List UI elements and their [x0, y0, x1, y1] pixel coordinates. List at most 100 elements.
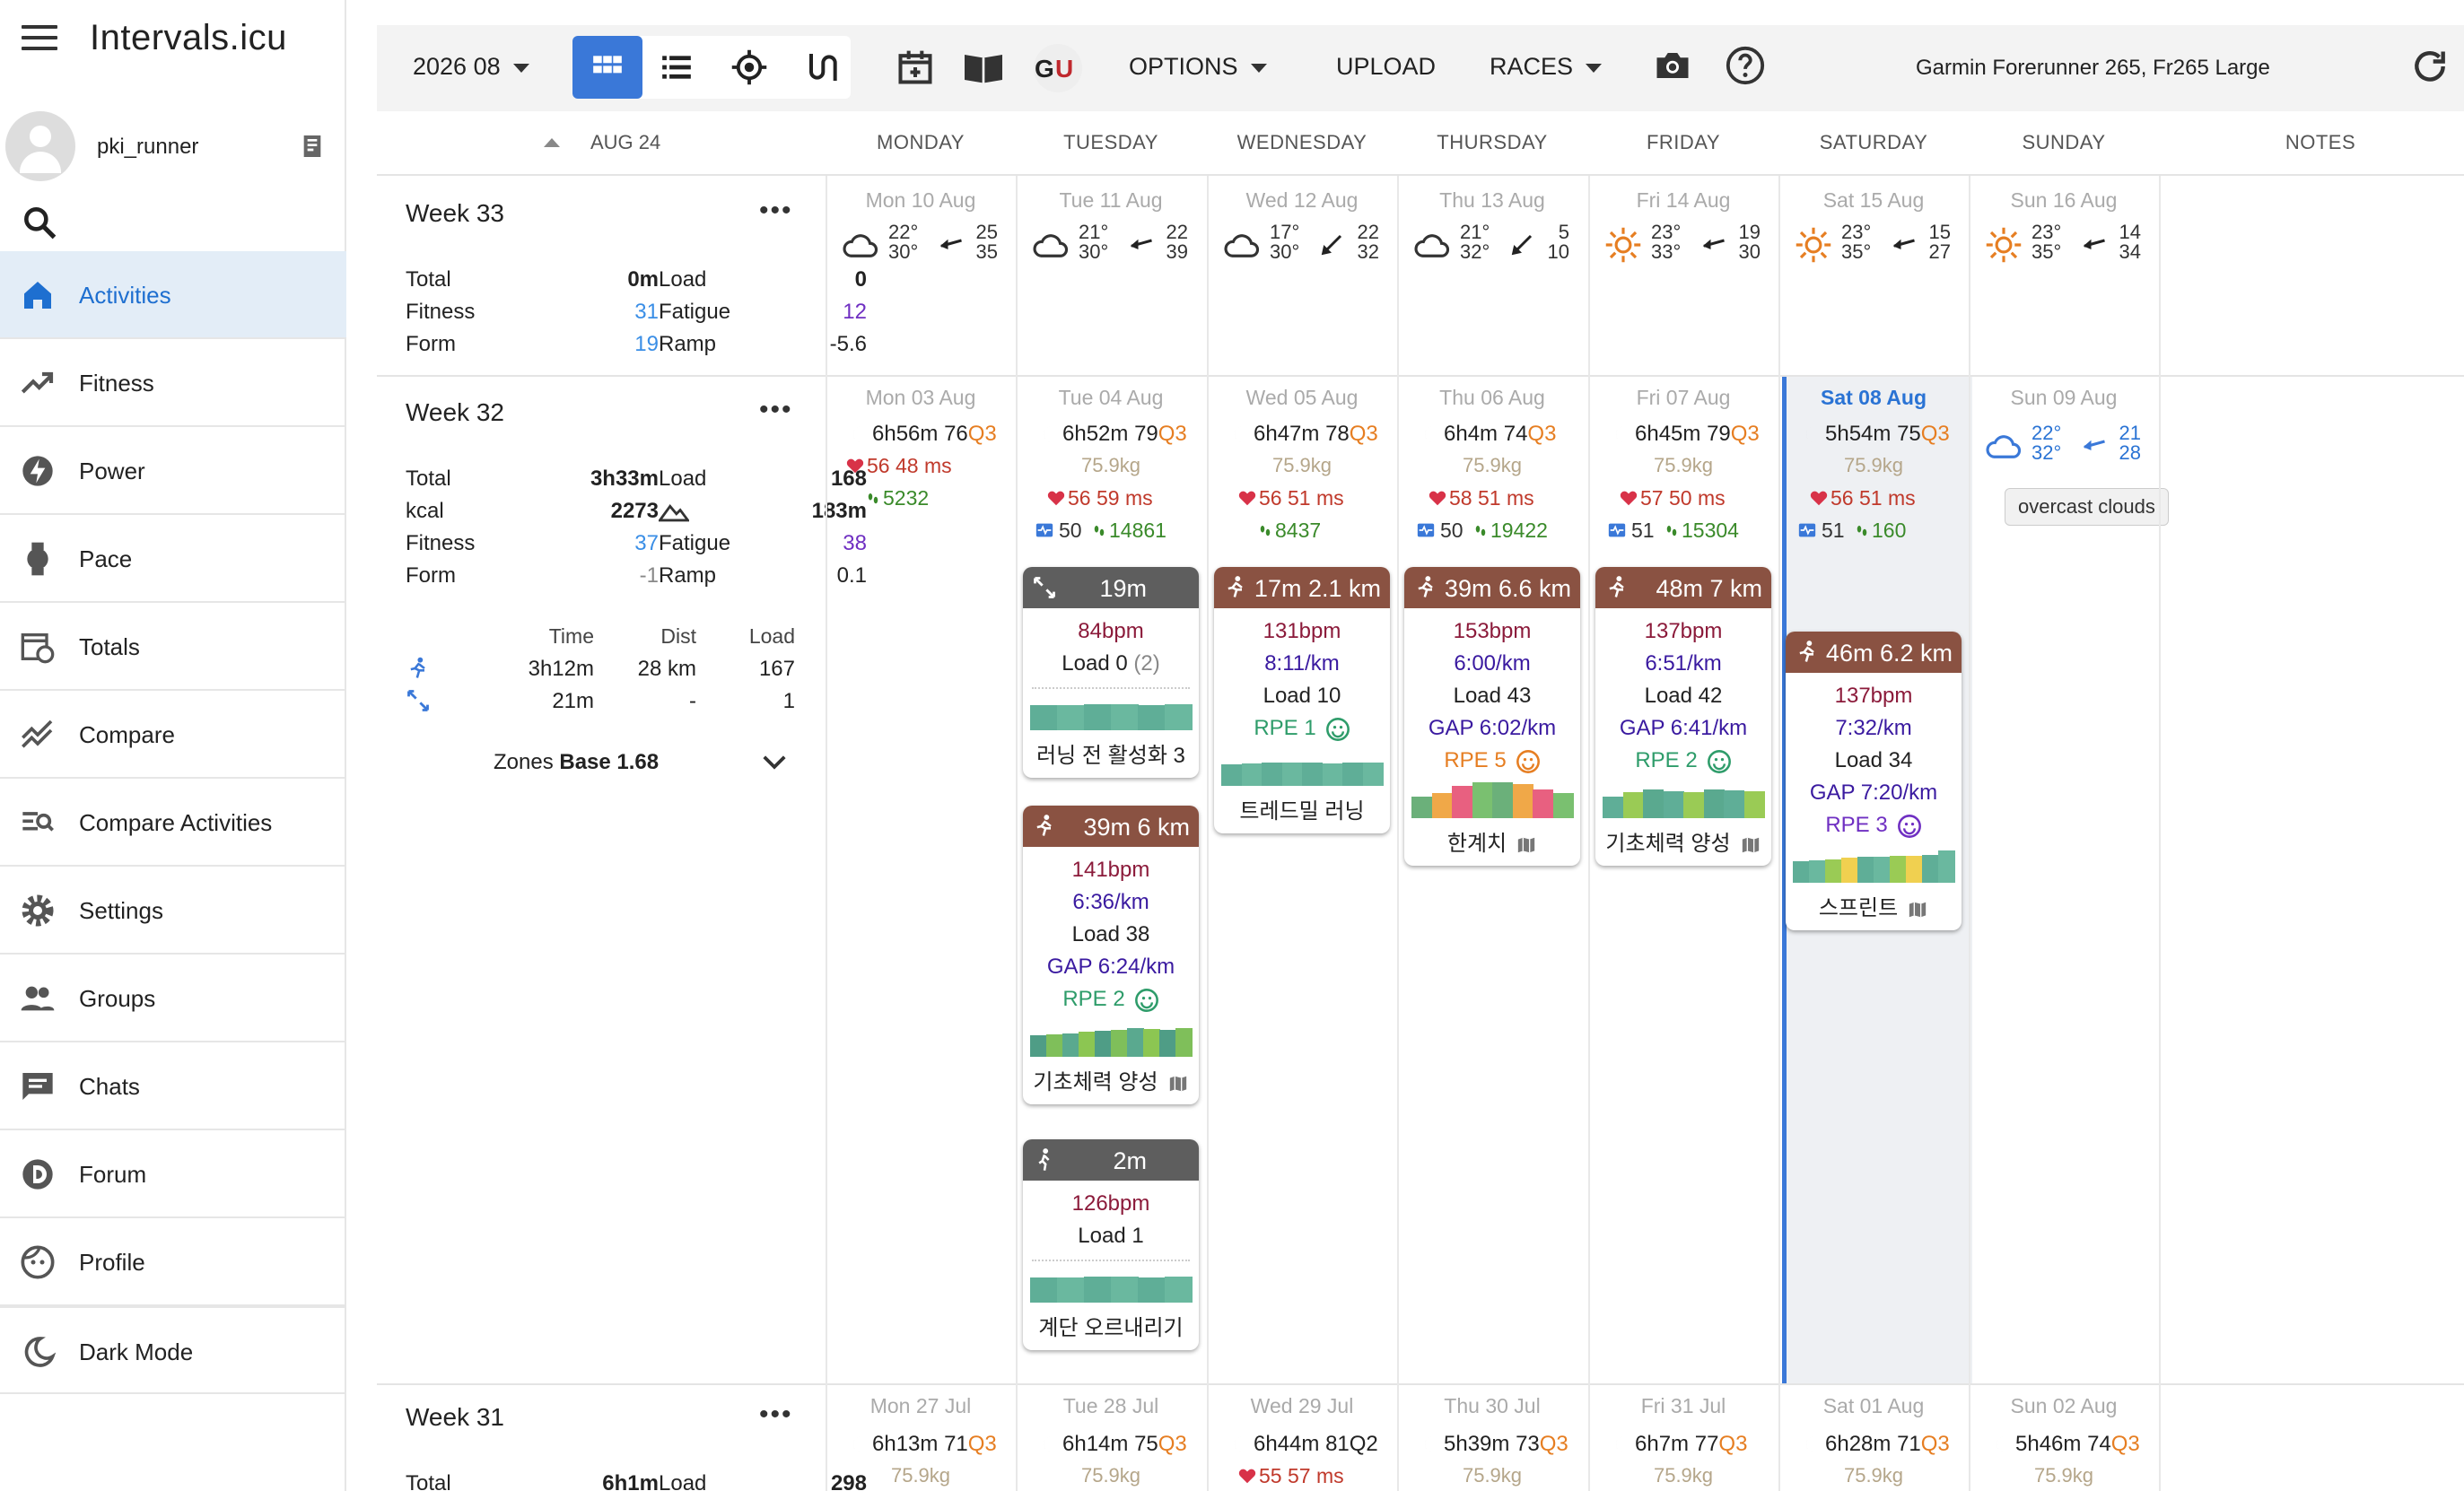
rpe[interactable]: RPE 5 [1404, 745, 1580, 777]
sidebar-item-forum[interactable]: Forum [0, 1130, 346, 1218]
sidebar-item-compare-activities[interactable]: Compare Activities [0, 779, 346, 867]
day-date[interactable]: Mon 27 Jul [826, 1394, 1016, 1418]
sleep-quality: Q3 [967, 422, 997, 446]
gu-logo-icon[interactable]: GU [1028, 43, 1088, 93]
sidebar-item-activities[interactable]: Activities [0, 251, 346, 339]
day-date[interactable]: Sat 01 Aug [1778, 1394, 1969, 1418]
activity-card[interactable]: 2m 126bpm Load 1 계단 오르내리기 [1023, 1139, 1199, 1350]
sidebar-item-totals[interactable]: Totals [0, 603, 346, 691]
sidebar-item-power[interactable]: Power [0, 427, 346, 515]
hrv-value: 48 ms [895, 454, 952, 477]
sleep-time: 6h56m [872, 422, 939, 446]
day-date[interactable]: Thu 13 Aug [1397, 188, 1587, 213]
sleep-quality: Q3 [1158, 1432, 1187, 1456]
sidebar-item-pace[interactable]: Pace [0, 515, 346, 603]
gap: GAP 6:02/km [1404, 712, 1580, 745]
week-menu-button[interactable]: ••• [759, 1399, 793, 1430]
book-icon[interactable] [962, 48, 1005, 86]
options-menu[interactable]: OPTIONS [1129, 53, 1267, 81]
avatar[interactable] [5, 111, 75, 181]
day-date[interactable]: Sun 09 Aug [1969, 386, 2159, 410]
target-icon[interactable] [730, 48, 768, 86]
activity-chart [1030, 1267, 1193, 1303]
day-date[interactable]: Mon 03 Aug [826, 386, 1016, 410]
rpe[interactable]: RPE 2 [1023, 983, 1199, 1016]
day-date[interactable]: Fri 31 Jul [1588, 1394, 1778, 1418]
day-date[interactable]: Tue 04 Aug [1016, 386, 1206, 410]
day-date[interactable]: Wed 05 Aug [1207, 386, 1397, 410]
resting-hr: 56 51 ms [1831, 486, 1916, 510]
camera-icon[interactable] [1653, 47, 1692, 84]
sidebar-item-fitness[interactable]: Fitness [0, 339, 346, 427]
activity-chart [1030, 694, 1193, 730]
sidebar-item-groups[interactable]: Groups [0, 955, 346, 1042]
form-value: -1 [639, 563, 659, 588]
day-date[interactable]: Tue 28 Jul [1016, 1394, 1206, 1418]
list-search-icon [22, 812, 54, 832]
chart-bar [1175, 1028, 1193, 1057]
day-date[interactable]: Sat 15 Aug [1778, 188, 1969, 213]
activity-card[interactable]: 46m 6.2 km 137bpm 7:32/km Load 34 GAP 7:20/k… [1786, 632, 1962, 930]
day-date[interactable]: Sat 08 Aug [1778, 386, 1969, 410]
route-icon[interactable] [802, 48, 838, 86]
activity-card[interactable]: 17m 2.1 km 131bpm 8:11/km Load 10 RPE 1 트레드밀 … [1214, 567, 1390, 833]
day-date[interactable]: Sun 16 Aug [1969, 188, 2159, 213]
day-date[interactable]: Fri 14 Aug [1588, 188, 1778, 213]
sidebar-item-compare[interactable]: Compare [0, 691, 346, 779]
notes-icon[interactable] [298, 131, 327, 161]
help-icon[interactable] [1725, 45, 1766, 86]
rpe[interactable]: RPE 1 [1214, 712, 1390, 745]
sidebar-item-profile[interactable]: Profile [0, 1218, 346, 1306]
week-menu-button[interactable]: ••• [759, 395, 793, 425]
day-date[interactable]: Fri 07 Aug [1588, 386, 1778, 410]
temperature: 17° 30° [1270, 222, 1299, 262]
sort-up-icon[interactable] [544, 138, 560, 147]
avg-hr-value: 137bpm [1834, 684, 1913, 708]
steps-icon [1857, 526, 1867, 536]
day-date[interactable]: Sun 02 Aug [1969, 1394, 2159, 1418]
sleep-quality: Q3 [1158, 422, 1187, 446]
week-menu-button[interactable]: ••• [759, 196, 793, 226]
activity-card-header: 39m 6 km [1023, 806, 1199, 847]
temp-max: 30° [888, 240, 919, 263]
sidebar-item-chats[interactable]: Chats [0, 1042, 346, 1130]
activity-summary: 17m 2.1 km [1254, 575, 1381, 603]
activity-card[interactable]: 48m 7 km 137bpm 6:51/km Load 42 GAP 6:41/km R… [1595, 567, 1771, 866]
rpe[interactable]: RPE 2 [1595, 745, 1771, 777]
activity-card[interactable]: 39m 6.6 km 153bpm 6:00/km Load 43 GAP 6:02/k… [1404, 567, 1580, 866]
wind-arrow-icon [2083, 440, 2105, 450]
temp-max: 32° [2031, 441, 2062, 464]
chart-bar [1857, 857, 1874, 883]
calendar-add-icon[interactable] [896, 47, 935, 88]
day-date[interactable]: Mon 10 Aug [826, 188, 1016, 213]
day-date[interactable]: Thu 30 Jul [1397, 1394, 1587, 1418]
sidebar-item-settings[interactable]: Settings [0, 867, 346, 955]
zones-summary[interactable]: Zones Base 1.68 [494, 750, 659, 775]
sleep-score: 78 [1325, 422, 1350, 446]
gap: GAP 6:41/km [1595, 712, 1771, 745]
activity-card[interactable]: 19m 84bpm Load 0 (2) 러닝 전 활성화 3 [1023, 567, 1199, 778]
day-date[interactable]: Wed 29 Jul [1207, 1394, 1397, 1418]
races-menu[interactable]: RACES [1490, 53, 1603, 81]
table-cell: 1 [782, 689, 795, 713]
chevron-down-icon[interactable] [761, 752, 788, 773]
refresh-icon[interactable] [2410, 47, 2450, 86]
day-date[interactable]: Wed 12 Aug [1207, 188, 1397, 213]
resting-hr: 56 51 ms [1259, 486, 1344, 510]
search-icon[interactable] [20, 203, 59, 242]
hrv-value: 51 ms [1858, 486, 1916, 510]
activity-card[interactable]: 39m 6 km 141bpm 6:36/km Load 38 GAP 6:24/km R… [1023, 806, 1199, 1104]
list-view-icon[interactable] [659, 50, 695, 84]
upload-button[interactable]: UPLOAD [1336, 53, 1436, 81]
load: Load 1 [1023, 1220, 1199, 1252]
calendar-view-button[interactable] [572, 36, 642, 99]
menu-icon[interactable] [22, 25, 57, 52]
day-date[interactable]: Tue 11 Aug [1016, 188, 1206, 213]
wind-speed: 5 10 [1542, 222, 1569, 262]
load-value: Load 38 [1071, 922, 1150, 946]
day-date[interactable]: Thu 06 Aug [1397, 386, 1587, 410]
sidebar-item-dark-mode[interactable]: Dark Mode [0, 1306, 346, 1394]
rpe[interactable]: RPE 3 [1786, 809, 1962, 841]
month-selector[interactable]: 2026 08 [413, 53, 529, 81]
sleep-time: 5h46m [2015, 1432, 2082, 1456]
